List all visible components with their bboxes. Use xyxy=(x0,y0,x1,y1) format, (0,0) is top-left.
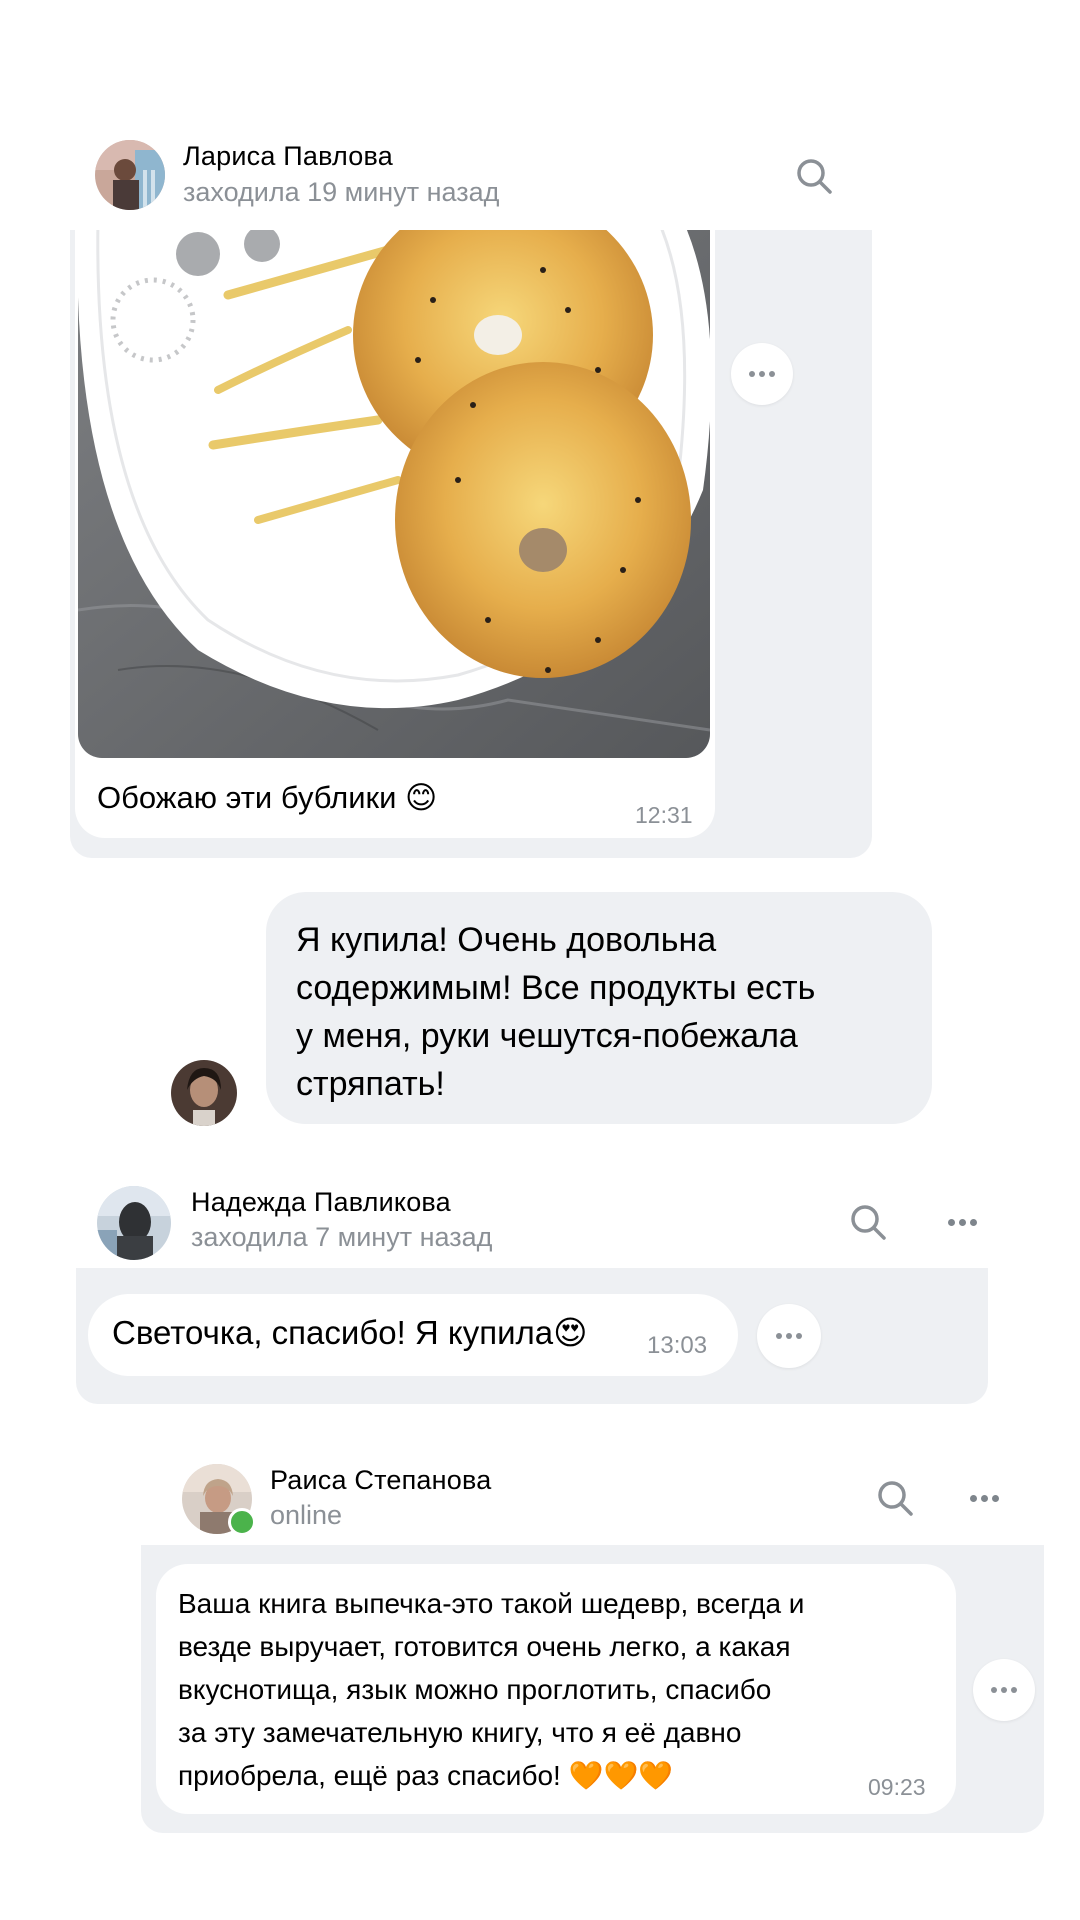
message-time: 13:03 xyxy=(647,1332,708,1359)
message-time: 09:23 xyxy=(868,1774,926,1800)
message-text-line: за эту замечательную книгу, что я её дав… xyxy=(178,1717,742,1748)
message-text-line: Ваша книга выпечка-это такой шедевр, все… xyxy=(178,1588,805,1619)
message-text-line: везде выручает, готовится очень легко, а… xyxy=(178,1631,791,1662)
message-bubble[interactable]: Обожаю эти бублики 😊 12:31 xyxy=(75,230,715,838)
message-bubble[interactable]: Ваша книга выпечка-это такой шедевр, все… xyxy=(156,1564,956,1814)
message-text-line: содержимым! Все продукты есть xyxy=(296,969,816,1007)
message-text-line: приобрела, ещё раз спасибо! 🧡🧡🧡 xyxy=(178,1760,674,1791)
search-icon[interactable] xyxy=(873,1476,917,1520)
search-icon[interactable] xyxy=(846,1200,890,1244)
more-icon xyxy=(969,1494,999,1502)
author-name[interactable]: Лариса Павлова xyxy=(183,141,393,172)
more-icon xyxy=(776,1333,802,1339)
more-button[interactable] xyxy=(962,1484,1006,1512)
author-name[interactable]: Раиса Степанова xyxy=(270,1465,491,1496)
more-button[interactable] xyxy=(731,343,793,405)
message-photo[interactable] xyxy=(78,230,710,758)
more-button[interactable] xyxy=(757,1304,821,1368)
last-seen-status: заходила 19 минут назад xyxy=(183,177,500,207)
avatar[interactable] xyxy=(97,1186,171,1260)
more-icon xyxy=(749,371,775,377)
avatar[interactable] xyxy=(95,140,165,210)
avatar-photo xyxy=(97,1186,171,1260)
avatar-photo xyxy=(95,140,165,210)
avatar-photo xyxy=(171,1060,237,1126)
more-button[interactable] xyxy=(973,1659,1035,1721)
avatar[interactable] xyxy=(171,1060,237,1126)
more-icon xyxy=(991,1687,1017,1693)
online-status: online xyxy=(270,1500,343,1530)
author-name[interactable]: Надежда Павликова xyxy=(191,1187,451,1218)
message-bubble[interactable]: Светочка, спасибо! Я купила😍 13:03 xyxy=(88,1294,738,1376)
message-text: Обожаю эти бублики 😊 xyxy=(97,780,438,815)
message-time: 12:31 xyxy=(635,802,693,828)
message-text-line: Я купила! Очень довольна xyxy=(296,921,717,959)
message-text-line: стряпать! xyxy=(296,1065,445,1103)
message-text-line: вкуснотища, язык можно проглотить, спаси… xyxy=(178,1674,772,1705)
message-text: Светочка, спасибо! Я купила😍 xyxy=(112,1314,588,1351)
more-icon xyxy=(947,1218,977,1226)
message-bubble[interactable]: Я купила! Очень довольна содержимым! Все… xyxy=(266,892,932,1124)
search-icon[interactable] xyxy=(792,154,836,198)
message-text-line: у меня, руки чешутся-побежала xyxy=(296,1017,798,1055)
online-indicator xyxy=(228,1508,256,1536)
last-seen-status: заходила 7 минут назад xyxy=(191,1222,493,1252)
more-button[interactable] xyxy=(940,1208,984,1236)
bagels-photo xyxy=(78,230,710,758)
